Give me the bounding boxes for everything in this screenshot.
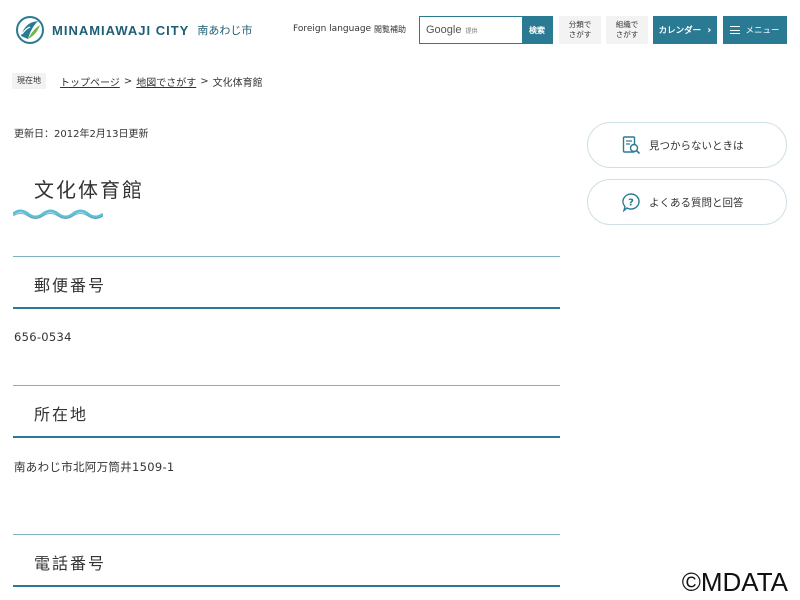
- updated-date: 更新日：2012年2月13日更新: [14, 129, 149, 140]
- faq-button[interactable]: ? よくある質問と回答: [587, 179, 787, 225]
- section-divider-bottom: [13, 436, 560, 438]
- not-found-label: 見つからないときは: [649, 139, 744, 152]
- section-divider-bottom: [13, 585, 560, 587]
- site-logo[interactable]: MINAMIAWAJI CITY 南あわじ市: [16, 16, 252, 44]
- faq-label: よくある質問と回答: [649, 196, 744, 209]
- section-divider-bottom: [13, 307, 560, 309]
- copyright-watermark: ©MDATA: [681, 567, 788, 597]
- search-input[interactable]: Google 提供: [420, 17, 522, 43]
- browse-assist-link[interactable]: 閲覧補助: [374, 24, 406, 35]
- section-divider-top: [13, 534, 560, 535]
- page-title: 文化体育館: [34, 178, 144, 202]
- section-divider-top: [13, 385, 560, 386]
- search-provider-note: 提供: [465, 27, 478, 35]
- section-heading-address: 所在地: [34, 405, 89, 424]
- breadcrumb-separator: >: [200, 76, 209, 87]
- search-button[interactable]: 検索: [522, 17, 552, 43]
- section-heading-phone: 電話番号: [34, 554, 107, 573]
- logo-text-en: MINAMIAWAJI CITY: [52, 22, 190, 38]
- google-brand: Google: [426, 24, 462, 36]
- breadcrumb-current: 文化体育館: [212, 78, 263, 89]
- breadcrumb: トップページ > 地図でさがす > 文化体育館: [60, 74, 263, 89]
- search-by-organization-button[interactable]: 組織で さがす: [606, 16, 648, 44]
- section-heading-postal-code: 郵便番号: [34, 276, 107, 295]
- hamburger-icon: [730, 26, 741, 34]
- search-by-organization-line2: さがす: [615, 30, 639, 39]
- svg-text:?: ?: [628, 198, 634, 209]
- menu-button[interactable]: メニュー: [723, 16, 787, 44]
- section-divider-top: [13, 256, 560, 257]
- breadcrumb-map[interactable]: 地図でさがす: [136, 74, 196, 89]
- breadcrumb-top[interactable]: トップページ: [60, 74, 120, 89]
- address-value: 南あわじ市北阿万筒井1509-1: [14, 460, 175, 474]
- search-by-category-button[interactable]: 分類で さがす: [559, 16, 601, 44]
- title-wave-decoration: [13, 209, 103, 219]
- city-emblem-icon: [16, 16, 44, 44]
- breadcrumb-label: 現在地: [12, 73, 46, 89]
- postal-code-value: 656-0534: [14, 330, 72, 344]
- foreign-language-link[interactable]: Foreign language: [293, 24, 371, 34]
- chevron-right-icon: ›: [707, 24, 712, 36]
- breadcrumb-separator: >: [123, 76, 133, 87]
- not-found-help-button[interactable]: 見つからないときは: [587, 122, 787, 168]
- calendar-button[interactable]: カレンダー ›: [653, 16, 717, 44]
- site-header: MINAMIAWAJI CITY 南あわじ市 Foreign language …: [0, 0, 800, 60]
- calendar-label: カレンダー: [658, 26, 702, 36]
- menu-label: メニュー: [745, 26, 780, 36]
- logo-text-ja: 南あわじ市: [197, 24, 253, 37]
- site-search: Google 提供 検索: [419, 16, 553, 44]
- search-by-category-line2: さがす: [568, 30, 592, 39]
- document-search-icon: [622, 136, 641, 155]
- question-bubble-icon: ?: [622, 193, 640, 212]
- search-by-category-line1: 分類で: [568, 20, 592, 29]
- search-by-organization-line1: 組織で: [615, 20, 639, 29]
